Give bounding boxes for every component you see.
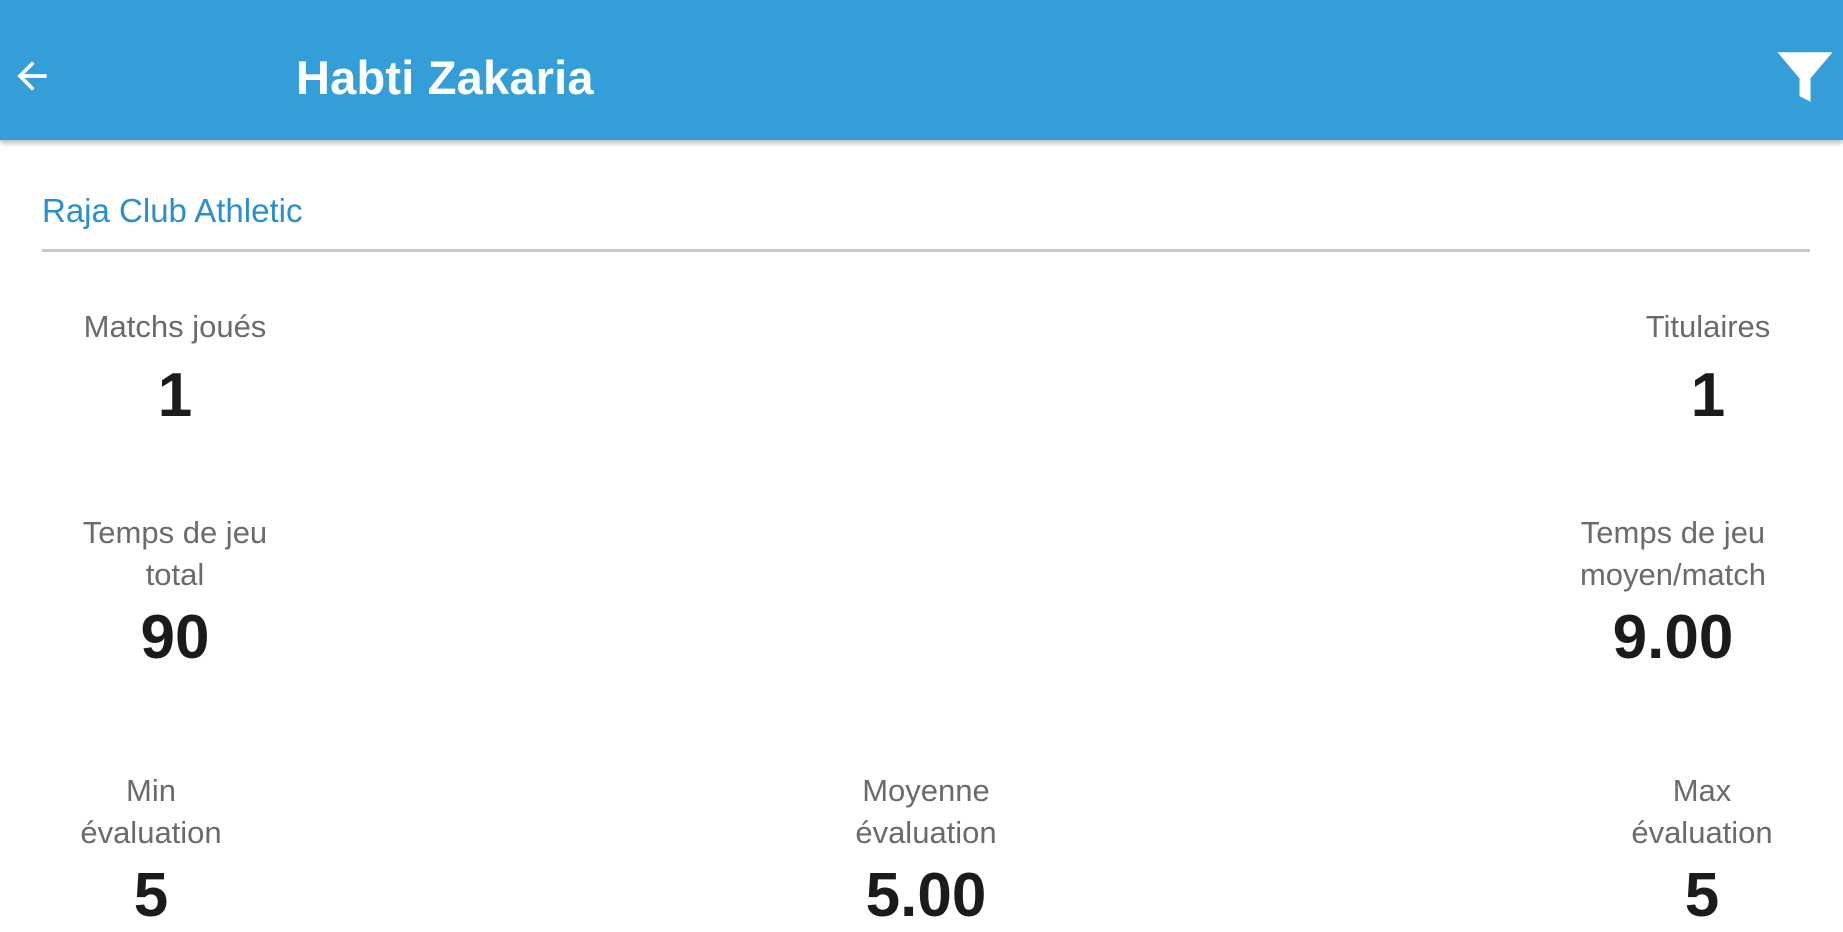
stat-value: 5: [1684, 861, 1720, 930]
stat-value: 5: [133, 861, 169, 930]
stat-total-playtime: Temps de jeu total 90: [66, 512, 284, 674]
stat-label: Titulaires: [1645, 309, 1771, 344]
stat-label: Min évaluation: [80, 773, 222, 850]
stat-avg-rating: Moyenne évaluation 5.00: [836, 770, 1016, 932]
stat-matches-played: Matchs joués 1: [66, 306, 284, 432]
stat-label: Max évaluation: [1631, 773, 1773, 850]
filter-button[interactable]: [1772, 44, 1843, 110]
stat-value: 90: [140, 603, 210, 672]
stat-min-rating: Min évaluation 5: [66, 770, 236, 932]
stat-label: Temps de jeu moyen/match: [1579, 515, 1767, 592]
stat-starters: Titulaires 1: [1620, 306, 1796, 432]
page-title: Habti Zakaria: [296, 51, 594, 104]
divider: [42, 249, 1810, 252]
stat-label: Moyenne évaluation: [855, 773, 997, 850]
stat-value: 9.00: [1612, 603, 1734, 672]
club-name: Raja Club Athletic: [42, 192, 303, 229]
arrow-left-icon: [17, 61, 47, 91]
stat-value: 1: [1690, 361, 1726, 430]
stat-value: 1: [157, 361, 193, 430]
filter-icon: [1777, 52, 1833, 102]
stat-label: Temps de jeu total: [82, 515, 268, 592]
stat-avg-playtime: Temps de jeu moyen/match 9.00: [1560, 512, 1786, 674]
app-bar: Habti Zakaria: [0, 0, 1843, 140]
stat-label: Matchs joués: [83, 309, 267, 344]
player-stats-panel: Raja Club Athletic Matchs joués 1 Titula…: [0, 140, 1843, 930]
stat-max-rating: Max évaluation 5: [1616, 770, 1788, 932]
back-button[interactable]: [4, 46, 60, 106]
stat-value: 5.00: [865, 861, 987, 930]
